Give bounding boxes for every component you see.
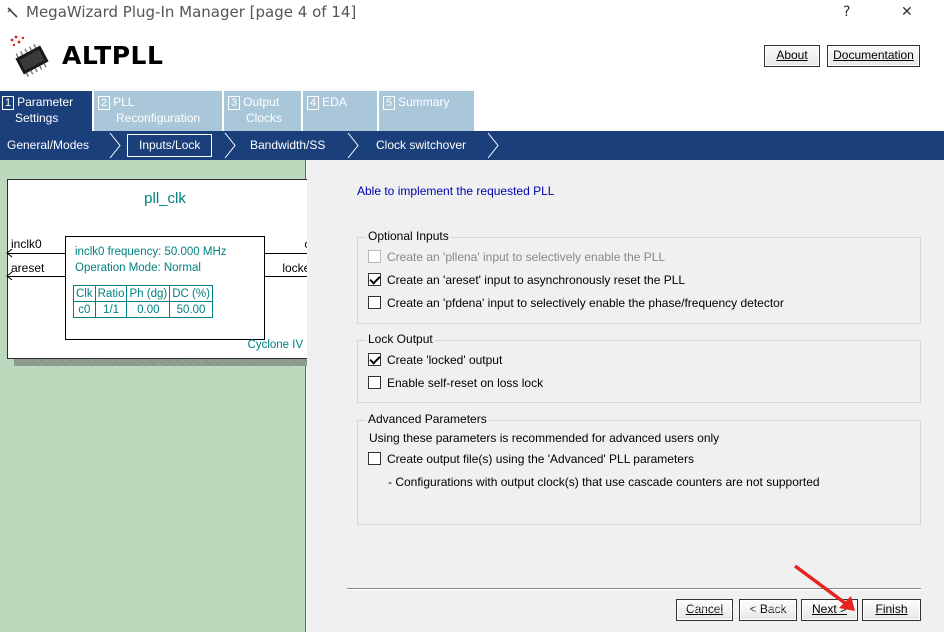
watermark-text: https://blog.csdn.net/... [685, 603, 796, 615]
checkbox-label: Create an 'areset' input to asynchronous… [387, 273, 686, 287]
chevron-right-icon [347, 132, 359, 159]
product-title: ALTPLL [62, 41, 164, 70]
advanced-parameters-group: Advanced Parameters Using these paramete… [357, 412, 921, 525]
group-title: Advanced Parameters [366, 412, 489, 426]
input-arrow-icons [6, 249, 13, 280]
table-header: Ratio [94, 285, 128, 302]
tab-pll-reconfiguration[interactable]: 2 PLL Reconfiguration [94, 91, 223, 131]
pll-symbol: pll_clk inclk0 areset c0 locked inclk0 f… [6, 179, 323, 359]
title-bar: MegaWizard Plug-In Manager [page 4 of 14… [0, 0, 944, 30]
checkbox-box[interactable] [368, 376, 381, 389]
about-button[interactable]: About [764, 45, 820, 67]
cascade-counter-note: - Configurations with output clock(s) th… [388, 475, 820, 489]
chevron-right-icon [109, 132, 121, 159]
table-cell: c0 [73, 301, 96, 318]
output-clock-table: Clk Ratio Ph (dg) DC (%) c0 1/1 0.00 50.… [73, 285, 213, 318]
help-button[interactable]: ? [843, 4, 850, 20]
input-frequency-text: inclk0 frequency: 50.000 MHz [75, 246, 227, 258]
finish-button-label: Finish [875, 602, 908, 616]
tab-output-clocks[interactable]: 3 Output Clocks [224, 91, 302, 131]
pfdena-checkbox[interactable]: Create an 'pfdena' input to selectively … [368, 296, 784, 310]
wizard-header: ALTPLL About Documentation [0, 30, 944, 90]
red-arrow-annotation-icon [793, 564, 855, 611]
areset-checkbox[interactable]: Create an 'areset' input to asynchronous… [368, 273, 685, 287]
tab-label: Summary [398, 95, 450, 109]
tab-number: 3 [228, 96, 241, 110]
documentation-button-label: Documentation [833, 48, 914, 62]
tab-number: 4 [307, 96, 320, 110]
group-title: Lock Output [366, 332, 435, 346]
checkbox-box[interactable] [368, 250, 381, 263]
checkbox-box[interactable] [368, 353, 381, 366]
checkbox-label: Create an 'pfdena' input to selectively … [387, 296, 784, 310]
tab-parameter-settings[interactable]: 1 Parameter Settings [0, 91, 93, 131]
tab-eda[interactable]: 4 EDA [303, 91, 378, 131]
checkbox-label: Create output file(s) using the 'Advance… [387, 452, 694, 466]
symbol-instance-name: pll_clk [144, 190, 186, 207]
table-header: DC (%) [169, 285, 213, 302]
checkbox-label: Create 'locked' output [387, 353, 503, 367]
settings-panel: Able to implement the requested PLL Opti… [307, 160, 944, 632]
table-cell: 1/1 [94, 301, 128, 318]
table-cell: 50.00 [169, 301, 213, 318]
table-header: Clk [73, 285, 96, 302]
table-header: Ph (dg) [126, 285, 171, 302]
chevron-right-icon [224, 132, 236, 159]
tab-number: 5 [383, 96, 396, 110]
table-header-row: Clk Ratio Ph (dg) DC (%) [73, 285, 213, 302]
checkbox-box[interactable] [368, 296, 381, 309]
chevron-right-icon [487, 132, 499, 159]
wizard-tabs: 1 Parameter Settings 2 PLL Reconfiguration… [0, 91, 944, 131]
table-cell: 0.00 [126, 301, 171, 318]
tab-label-line2: Settings [15, 111, 59, 125]
checkbox-label: Create an 'pllena' input to selectively … [387, 250, 666, 264]
port-inclk0: inclk0 [11, 237, 42, 251]
parameter-subnav: General/Modes Inputs/Lock Bandwidth/SS C… [0, 131, 944, 160]
port-line [8, 276, 65, 277]
tab-label-line2: Reconfiguration [116, 111, 201, 125]
lock-output-group: Lock Output Create 'locked' output Enabl… [357, 332, 921, 403]
tab-label: EDA [322, 95, 347, 109]
group-title: Optional Inputs [366, 229, 451, 243]
megafunction-chip-icon [10, 35, 49, 77]
documentation-button[interactable]: Documentation [827, 45, 920, 67]
window-title: MegaWizard Plug-In Manager [page 4 of 14… [26, 3, 357, 21]
self-reset-checkbox[interactable]: Enable self-reset on loss lock [368, 376, 543, 390]
locked-output-checkbox[interactable]: Create 'locked' output [368, 353, 502, 367]
checkbox-box[interactable] [368, 452, 381, 465]
checkbox-box[interactable] [368, 273, 381, 286]
operation-mode-text: Operation Mode: Normal [75, 262, 201, 274]
pllena-checkbox[interactable]: Create an 'pllena' input to selectively … [368, 250, 665, 264]
checkbox-label: Enable self-reset on loss lock [387, 376, 544, 390]
tab-label: PLL [113, 95, 135, 109]
about-button-label: About [776, 48, 808, 62]
tab-label: Parameter [17, 95, 74, 109]
wizard-app-icon [7, 7, 18, 18]
tab-number: 1 [2, 96, 15, 110]
advanced-description: Using these parameters is recommended fo… [369, 431, 720, 445]
device-family-label: Cyclone IV E [247, 339, 314, 351]
port-areset: areset [11, 261, 45, 275]
tab-summary[interactable]: 5 Summary [379, 91, 475, 131]
subtab-clock-switchover[interactable]: Clock switchover [376, 138, 466, 152]
close-button[interactable]: ✕ [901, 4, 913, 20]
subtab-inputs-lock[interactable]: Inputs/Lock [127, 134, 213, 157]
advanced-params-checkbox[interactable]: Create output file(s) using the 'Advance… [368, 452, 694, 466]
subtab-bandwidth-ss[interactable]: Bandwidth/SS [250, 138, 325, 152]
table-row: c0 1/1 0.00 50.00 [73, 301, 213, 318]
optional-inputs-group: Optional Inputs Create an 'pllena' input… [357, 229, 921, 324]
tab-number: 2 [98, 96, 111, 110]
subtab-general-modes[interactable]: General/Modes [7, 138, 89, 152]
finish-button[interactable]: Finish [862, 599, 921, 621]
port-line [8, 253, 65, 254]
pll-core-box: inclk0 frequency: 50.000 MHz Operation M… [65, 236, 265, 340]
implementation-status: Able to implement the requested PLL [357, 184, 555, 198]
tab-label: Output [243, 95, 280, 109]
tab-label-line2: Clocks [246, 111, 283, 125]
